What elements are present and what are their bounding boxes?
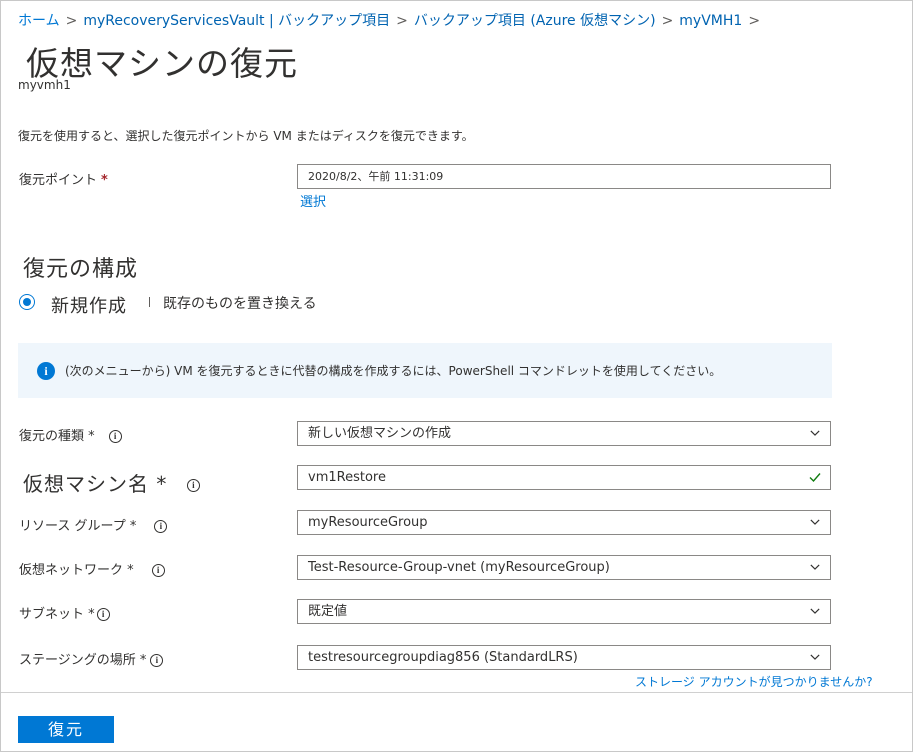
page-description: 復元を使用すると、選択した復元ポイントから VM またはディスクを復元できます。 bbox=[18, 129, 474, 143]
select-restore-point-link[interactable]: 選択 bbox=[300, 191, 326, 210]
breadcrumb-chevron-icon: > bbox=[396, 13, 408, 29]
chevron-down-icon bbox=[810, 519, 820, 525]
staging-location-dropdown[interactable]: testresourcegroupdiag856 (StandardLRS) bbox=[297, 645, 831, 670]
storage-account-not-found-link[interactable]: ストレージ アカウントが見つかりませんか? bbox=[635, 673, 873, 690]
restore-type-value: 新しい仮想マシンの作成 bbox=[308, 426, 452, 441]
staging-location-label-text: ステージングの場所 * bbox=[19, 653, 147, 668]
restore-point-label-text: 復元ポイント bbox=[19, 173, 98, 188]
breadcrumb-chevron-icon: > bbox=[65, 13, 78, 29]
subnet-label: サブネット * i bbox=[19, 603, 110, 622]
chevron-down-icon bbox=[810, 430, 820, 436]
chevron-down-icon bbox=[810, 654, 820, 660]
vm-name-label: 仮想マシン名 * i bbox=[23, 468, 201, 497]
required-asterisk: * bbox=[101, 173, 108, 188]
restore-point-input[interactable]: 2020/8/2、午前 11:31:09 bbox=[297, 164, 831, 189]
vm-name-value: vm1Restore bbox=[308, 470, 386, 485]
info-icon[interactable]: i bbox=[151, 564, 165, 577]
chevron-down-icon bbox=[810, 608, 820, 614]
breadcrumb-vm[interactable]: myVMH1 bbox=[679, 13, 742, 29]
breadcrumb-vault[interactable]: myRecoveryServicesVault | バックアップ項目 bbox=[83, 13, 390, 29]
resource-group-label: リソース グループ * i bbox=[19, 515, 168, 534]
checkmark-icon bbox=[809, 473, 821, 483]
radio-create-new-label[interactable]: 新規作成 bbox=[51, 292, 127, 318]
breadcrumb: ホーム > myRecoveryServicesVault | バックアップ項目 > バ… bbox=[18, 10, 766, 30]
virtual-network-dropdown[interactable]: Test-Resource-Group-vnet (myResourceGrou… bbox=[297, 555, 831, 580]
breadcrumb-home[interactable]: ホーム bbox=[18, 13, 60, 29]
breadcrumb-backup-items[interactable]: バックアップ項目 (Azure 仮想マシン) bbox=[414, 13, 656, 29]
breadcrumb-chevron-icon: > bbox=[748, 13, 761, 29]
radio-replace-existing[interactable] bbox=[149, 297, 150, 307]
footer-divider bbox=[1, 692, 912, 693]
vm-name-label-text: 仮想マシン名 * bbox=[23, 472, 168, 496]
virtual-network-value: Test-Resource-Group-vnet (myResourceGrou… bbox=[308, 560, 610, 575]
restore-type-dropdown[interactable]: 新しい仮想マシンの作成 bbox=[297, 421, 831, 446]
info-icon[interactable]: i bbox=[96, 608, 110, 621]
subnet-value: 既定値 bbox=[308, 604, 348, 619]
chevron-down-icon bbox=[810, 564, 820, 570]
breadcrumb-chevron-icon: > bbox=[661, 13, 674, 29]
vm-name-input[interactable]: vm1Restore bbox=[297, 465, 831, 490]
info-icon[interactable]: i bbox=[187, 479, 201, 492]
staging-location-label: ステージングの場所 * i bbox=[19, 649, 164, 668]
info-banner-text: (次のメニューから) VM を復元するときに代替の構成を作成するには、Power… bbox=[65, 364, 722, 378]
resource-group-dropdown[interactable]: myResourceGroup bbox=[297, 510, 831, 535]
restore-button[interactable]: 復元 bbox=[18, 716, 114, 743]
virtual-network-label-text: 仮想ネットワーク * bbox=[19, 563, 134, 578]
info-icon[interactable]: i bbox=[108, 430, 122, 443]
resource-group-label-text: リソース グループ * bbox=[19, 519, 137, 534]
restore-point-value: 2020/8/2、午前 11:31:09 bbox=[308, 170, 444, 183]
radio-create-new[interactable] bbox=[19, 294, 35, 310]
info-icon[interactable]: i bbox=[150, 654, 164, 667]
staging-location-value: testresourcegroupdiag856 (StandardLRS) bbox=[308, 650, 578, 665]
restore-config-title: 復元の構成 bbox=[23, 257, 139, 282]
restore-type-label: 復元の種類 * i bbox=[19, 425, 122, 444]
restore-type-label-text: 復元の種類 * bbox=[19, 429, 95, 444]
subnet-dropdown[interactable]: 既定値 bbox=[297, 599, 831, 624]
info-banner: i (次のメニューから) VM を復元するときに代替の構成を作成するには、Pow… bbox=[18, 343, 832, 398]
virtual-network-label: 仮想ネットワーク * i bbox=[19, 559, 165, 578]
resource-group-value: myResourceGroup bbox=[308, 515, 428, 530]
page-subtitle: myvmh1 bbox=[18, 78, 71, 92]
subnet-label-text: サブネット * bbox=[19, 607, 95, 622]
info-icon[interactable]: i bbox=[154, 520, 168, 533]
restore-point-label: 復元ポイント * bbox=[19, 169, 108, 188]
info-icon: i bbox=[37, 362, 55, 380]
radio-replace-existing-label[interactable]: 既存のものを置き換える bbox=[163, 293, 317, 313]
